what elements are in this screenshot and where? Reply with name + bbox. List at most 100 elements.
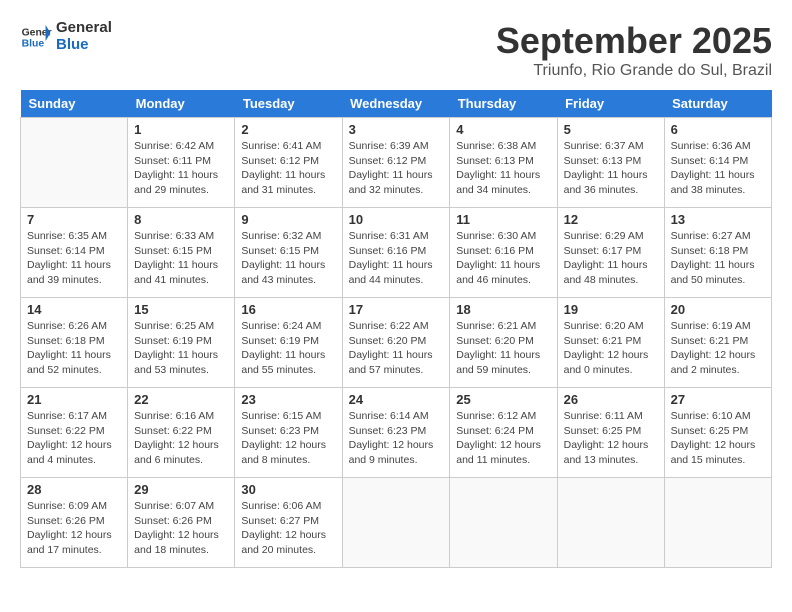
calendar-cell xyxy=(664,478,771,568)
day-number: 22 xyxy=(134,392,228,407)
day-number: 11 xyxy=(456,212,550,227)
day-info: Sunrise: 6:36 AMSunset: 6:14 PMDaylight:… xyxy=(671,139,765,198)
day-number: 15 xyxy=(134,302,228,317)
day-info: Sunrise: 6:17 AMSunset: 6:22 PMDaylight:… xyxy=(27,409,121,468)
day-info: Sunrise: 6:32 AMSunset: 6:15 PMDaylight:… xyxy=(241,229,335,288)
calendar-cell: 13 Sunrise: 6:27 AMSunset: 6:18 PMDayligh… xyxy=(664,208,771,298)
calendar-table: SundayMondayTuesdayWednesdayThursdayFrid… xyxy=(20,90,772,568)
day-number: 9 xyxy=(241,212,335,227)
day-info: Sunrise: 6:09 AMSunset: 6:26 PMDaylight:… xyxy=(27,499,121,558)
day-info: Sunrise: 6:30 AMSunset: 6:16 PMDaylight:… xyxy=(456,229,550,288)
calendar-cell: 30Sunrise: 6:06 AMSunset: 6:27 PMDayligh… xyxy=(235,478,342,568)
calendar-cell: 23 Sunrise: 6:15 AMSunset: 6:23 PMDayligh… xyxy=(235,388,342,478)
weekday-header: Friday xyxy=(557,90,664,118)
month-title: September 2025 xyxy=(496,20,772,62)
title-block: September 2025 Triunfo, Rio Grande do Su… xyxy=(496,20,772,80)
day-info: Sunrise: 6:07 AMSunset: 6:26 PMDaylight:… xyxy=(134,499,228,558)
day-info: Sunrise: 6:41 AMSunset: 6:12 PMDaylight:… xyxy=(241,139,335,198)
day-number: 21 xyxy=(27,392,121,407)
day-info: Sunrise: 6:21 AMSunset: 6:20 PMDaylight:… xyxy=(456,319,550,378)
day-info: Sunrise: 6:25 AMSunset: 6:19 PMDaylight:… xyxy=(134,319,228,378)
calendar-cell: 11 Sunrise: 6:30 AMSunset: 6:16 PMDayligh… xyxy=(450,208,557,298)
day-number: 19 xyxy=(564,302,658,317)
day-info: Sunrise: 6:35 AMSunset: 6:14 PMDaylight:… xyxy=(27,229,121,288)
calendar-cell xyxy=(450,478,557,568)
calendar-cell: 3 Sunrise: 6:39 AMSunset: 6:12 PMDaylight… xyxy=(342,118,450,208)
day-number: 26 xyxy=(564,392,658,407)
day-info: Sunrise: 6:39 AMSunset: 6:12 PMDaylight:… xyxy=(349,139,444,198)
calendar-cell xyxy=(342,478,450,568)
day-number: 13 xyxy=(671,212,765,227)
calendar-cell: 12 Sunrise: 6:29 AMSunset: 6:17 PMDayligh… xyxy=(557,208,664,298)
calendar-week-row: 21 Sunrise: 6:17 AMSunset: 6:22 PMDayligh… xyxy=(21,388,772,478)
day-info: Sunrise: 6:22 AMSunset: 6:20 PMDaylight:… xyxy=(349,319,444,378)
day-info: Sunrise: 6:24 AMSunset: 6:19 PMDaylight:… xyxy=(241,319,335,378)
day-number: 18 xyxy=(456,302,550,317)
day-info: Sunrise: 6:27 AMSunset: 6:18 PMDaylight:… xyxy=(671,229,765,288)
calendar-cell: 14 Sunrise: 6:26 AMSunset: 6:18 PMDayligh… xyxy=(21,298,128,388)
day-number: 14 xyxy=(27,302,121,317)
day-number: 27 xyxy=(671,392,765,407)
day-number: 8 xyxy=(134,212,228,227)
weekday-header: Thursday xyxy=(450,90,557,118)
calendar-cell: 8 Sunrise: 6:33 AMSunset: 6:15 PMDaylight… xyxy=(128,208,235,298)
day-number: 1 xyxy=(134,122,228,137)
calendar-week-row: 28Sunrise: 6:09 AMSunset: 6:26 PMDayligh… xyxy=(21,478,772,568)
calendar-cell: 6Sunrise: 6:36 AMSunset: 6:14 PMDaylight… xyxy=(664,118,771,208)
calendar-cell: 19 Sunrise: 6:20 AMSunset: 6:21 PMDayligh… xyxy=(557,298,664,388)
day-number: 29 xyxy=(134,482,228,497)
day-number: 7 xyxy=(27,212,121,227)
calendar-cell xyxy=(21,118,128,208)
calendar-cell: 9 Sunrise: 6:32 AMSunset: 6:15 PMDaylight… xyxy=(235,208,342,298)
day-info: Sunrise: 6:20 AMSunset: 6:21 PMDaylight:… xyxy=(564,319,658,378)
day-number: 23 xyxy=(241,392,335,407)
calendar-cell: 25Sunrise: 6:12 AMSunset: 6:24 PMDayligh… xyxy=(450,388,557,478)
calendar-cell: 17Sunrise: 6:22 AMSunset: 6:20 PMDayligh… xyxy=(342,298,450,388)
day-number: 2 xyxy=(241,122,335,137)
calendar-cell xyxy=(557,478,664,568)
logo-icon: General Blue xyxy=(20,21,52,53)
day-info: Sunrise: 6:19 AMSunset: 6:21 PMDaylight:… xyxy=(671,319,765,378)
day-number: 24 xyxy=(349,392,444,407)
day-info: Sunrise: 6:29 AMSunset: 6:17 PMDaylight:… xyxy=(564,229,658,288)
calendar-cell: 1 Sunrise: 6:42 AMSunset: 6:11 PMDaylight… xyxy=(128,118,235,208)
location: Triunfo, Rio Grande do Sul, Brazil xyxy=(496,62,772,80)
day-info: Sunrise: 6:16 AMSunset: 6:22 PMDaylight:… xyxy=(134,409,228,468)
day-info: Sunrise: 6:14 AMSunset: 6:23 PMDaylight:… xyxy=(349,409,444,468)
calendar-cell: 7 Sunrise: 6:35 AMSunset: 6:14 PMDaylight… xyxy=(21,208,128,298)
day-number: 10 xyxy=(349,212,444,227)
calendar-cell: 5Sunrise: 6:37 AMSunset: 6:13 PMDaylight… xyxy=(557,118,664,208)
weekday-header: Sunday xyxy=(21,90,128,118)
calendar-cell: 2 Sunrise: 6:41 AMSunset: 6:12 PMDaylight… xyxy=(235,118,342,208)
day-number: 25 xyxy=(456,392,550,407)
day-info: Sunrise: 6:26 AMSunset: 6:18 PMDaylight:… xyxy=(27,319,121,378)
day-number: 16 xyxy=(241,302,335,317)
weekday-header: Tuesday xyxy=(235,90,342,118)
day-number: 20 xyxy=(671,302,765,317)
calendar-cell: 21 Sunrise: 6:17 AMSunset: 6:22 PMDayligh… xyxy=(21,388,128,478)
calendar-cell: 22 Sunrise: 6:16 AMSunset: 6:22 PMDayligh… xyxy=(128,388,235,478)
calendar-cell: 4Sunrise: 6:38 AMSunset: 6:13 PMDaylight… xyxy=(450,118,557,208)
calendar-cell: 26Sunrise: 6:11 AMSunset: 6:25 PMDayligh… xyxy=(557,388,664,478)
day-number: 12 xyxy=(564,212,658,227)
day-number: 4 xyxy=(456,122,550,137)
calendar-week-row: 7 Sunrise: 6:35 AMSunset: 6:14 PMDaylight… xyxy=(21,208,772,298)
logo: General Blue General Blue xyxy=(20,20,112,53)
day-info: Sunrise: 6:15 AMSunset: 6:23 PMDaylight:… xyxy=(241,409,335,468)
calendar-cell: 18 Sunrise: 6:21 AMSunset: 6:20 PMDayligh… xyxy=(450,298,557,388)
day-info: Sunrise: 6:37 AMSunset: 6:13 PMDaylight:… xyxy=(564,139,658,198)
calendar-cell: 29 Sunrise: 6:07 AMSunset: 6:26 PMDayligh… xyxy=(128,478,235,568)
calendar-cell: 10 Sunrise: 6:31 AMSunset: 6:16 PMDayligh… xyxy=(342,208,450,298)
calendar-cell: 15 Sunrise: 6:25 AMSunset: 6:19 PMDayligh… xyxy=(128,298,235,388)
calendar-cell: 24 Sunrise: 6:14 AMSunset: 6:23 PMDayligh… xyxy=(342,388,450,478)
weekday-header-row: SundayMondayTuesdayWednesdayThursdayFrid… xyxy=(21,90,772,118)
day-info: Sunrise: 6:31 AMSunset: 6:16 PMDaylight:… xyxy=(349,229,444,288)
weekday-header: Saturday xyxy=(664,90,771,118)
day-info: Sunrise: 6:33 AMSunset: 6:15 PMDaylight:… xyxy=(134,229,228,288)
day-info: Sunrise: 6:42 AMSunset: 6:11 PMDaylight:… xyxy=(134,139,228,198)
day-info: Sunrise: 6:10 AMSunset: 6:25 PMDaylight:… xyxy=(671,409,765,468)
day-info: Sunrise: 6:06 AMSunset: 6:27 PMDaylight:… xyxy=(241,499,335,558)
calendar-cell: 16 Sunrise: 6:24 AMSunset: 6:19 PMDayligh… xyxy=(235,298,342,388)
day-number: 3 xyxy=(349,122,444,137)
page-header: General Blue General Blue September 2025… xyxy=(20,20,772,80)
